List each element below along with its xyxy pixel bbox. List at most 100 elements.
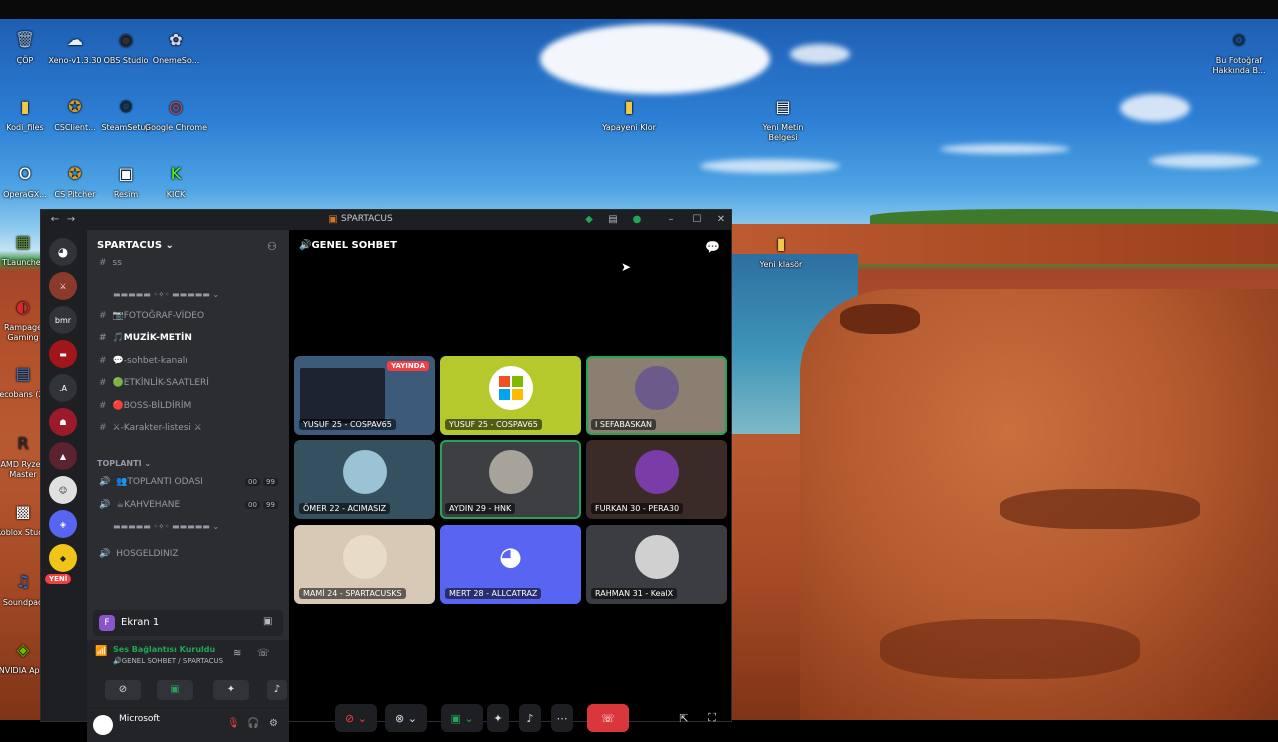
cloud	[700, 159, 840, 173]
screen-share-panel[interactable]: F Ekran 1 ▣	[93, 610, 283, 636]
voice-channel-toplanti[interactable]: 🔊 👥TOPLANTI ODASI	[99, 477, 203, 487]
voice-channel-hosgeldiniz[interactable]: 🔊 HOSGELDINIZ	[99, 549, 179, 559]
rock-crack	[840, 304, 920, 334]
add-member-icon[interactable]: ⚇	[267, 240, 277, 253]
text-channel[interactable]: # 💬-sohbet-kanalı	[99, 356, 188, 366]
nitro-icon[interactable]: ◆	[583, 214, 595, 226]
popout-window-icon[interactable]: ⇱	[673, 704, 695, 732]
server-icon[interactable]: ☺	[49, 476, 77, 504]
server-spartacus[interactable]: ⚔	[49, 272, 77, 300]
chat-bubble-icon[interactable]: 💬	[705, 240, 720, 254]
category-toplanti[interactable]: TOPLANTI ⌄	[97, 459, 151, 468]
participant-tile[interactable]: ◕ MERT 28 - ALLCATRAZ	[440, 525, 581, 604]
text-channel[interactable]: # 🔴BOSS-BİLDİRİM	[99, 401, 191, 411]
desktop-icon-label: KICK	[166, 190, 186, 199]
rock-crack	[1000, 489, 1200, 529]
channel-name: 🎵MUZİK-METİN	[112, 333, 192, 343]
participant-name: AYDIN 29 - HNK	[445, 503, 516, 514]
avatar[interactable]	[93, 715, 113, 735]
desktop-icon[interactable]: ▤ Yeni Metin Belgesi	[748, 91, 818, 143]
recycle-bin-icon: 🗑	[14, 29, 36, 49]
disconnect-icon[interactable]: ☏	[257, 648, 270, 659]
participant-name: I SEFABASKAN	[591, 419, 656, 430]
server-a[interactable]: .A	[49, 374, 77, 402]
soundboard-button[interactable]: ♪	[267, 680, 287, 700]
status-icon[interactable]: ●	[631, 214, 643, 226]
voice-channel-path[interactable]: 🔊GENEL SOHBET / SPARTACUS	[113, 657, 223, 665]
minimize-icon[interactable]: –	[665, 214, 677, 226]
server-icon[interactable]: ◆	[49, 544, 77, 572]
logo-square	[498, 375, 510, 387]
hash-icon: #	[99, 378, 107, 388]
avatar	[634, 449, 679, 494]
live-badge: YAYINDA	[387, 361, 429, 371]
server-icon[interactable]: ▲	[49, 442, 77, 470]
desktop-icon[interactable]: ▮ Yeni klasör	[746, 228, 816, 270]
desktop-icon-label: Bu Fotoğraf Hakkında B...	[1212, 56, 1266, 75]
discord-home-icon[interactable]: ◕	[49, 238, 77, 266]
channel-name: ss	[112, 258, 122, 268]
user-name[interactable]: Microsoft	[119, 714, 160, 724]
text-channel[interactable]: # 📷FOTOĞRAF-VİDEO	[99, 311, 204, 321]
participant-name: YUSUF 25 - COSPAV65	[299, 419, 396, 430]
more-options-icon[interactable]: ⋯	[551, 704, 573, 732]
desktop-icon[interactable]: ✿ OnemeSo...	[141, 24, 211, 66]
windows-logo-icon	[488, 365, 533, 410]
participant-tile[interactable]: AYDIN 29 - HNK	[440, 440, 581, 519]
mic-toggle-button[interactable]: ⊘ ⌄	[335, 704, 377, 732]
fullscreen-icon[interactable]: ⛶	[701, 704, 723, 732]
obs-icon: ◉	[119, 29, 133, 49]
maximize-icon[interactable]: ☐	[691, 214, 703, 226]
server-bmr[interactable]: bmr	[49, 306, 77, 334]
hash-icon: #	[99, 311, 107, 321]
camera-toggle-button[interactable]: ⊗ ⌄	[385, 704, 427, 732]
desktop-icon[interactable]: ◎ Google Chrome	[141, 91, 211, 133]
screen-share-label: Ekran 1	[121, 617, 160, 628]
participant-tile[interactable]: ÖMER 22 - ACIMASIZ	[294, 440, 435, 519]
participant-tile[interactable]: I SEFABASKAN	[586, 356, 727, 435]
participant-tile[interactable]: FURKAN 30 - PERA30	[586, 440, 727, 519]
soundboard-icon[interactable]: ♪	[519, 704, 541, 732]
speaker-icon: 🔊	[99, 500, 111, 510]
server-red[interactable]: ▬	[49, 340, 77, 368]
text-channel[interactable]: # ⚔-Karakter-listesi ⚔	[99, 423, 202, 433]
forward-arrow-icon[interactable]: →	[65, 214, 77, 226]
desktop-icon[interactable]: K KICK	[141, 158, 211, 200]
back-arrow-icon[interactable]: ←	[49, 214, 61, 226]
window-title: SPARTACUS	[341, 214, 393, 224]
video-off-button[interactable]: ⊘	[105, 680, 141, 700]
voice-channel-kahvehane[interactable]: 🔊 ☕KAHVEHANE	[99, 500, 180, 510]
server-icon[interactable]: ☗	[49, 408, 77, 436]
user-limit-badge: 99	[263, 478, 278, 486]
noise-suppression-icon[interactable]: ≋	[233, 648, 241, 659]
user-panel: Microsoft 🎙 🎧 ⚙	[87, 708, 289, 742]
avatar	[342, 534, 387, 579]
participant-tile[interactable]: MAMİ 24 - SPARTACUSKS	[294, 525, 435, 604]
image-file-icon: ▣	[118, 163, 134, 183]
screen-share-button[interactable]: ▣	[157, 680, 193, 700]
channel-sidebar: SPARTACUS ⌄ ⚇ # ss ▬▬▬▬▬ ◦✧◦ ▬▬▬▬▬ ⌄ # 📷FOTO…	[87, 230, 289, 742]
folder-icon: ▮	[776, 233, 786, 253]
user-count-badge: 00	[245, 478, 260, 486]
disconnect-call-button[interactable]: ☏	[587, 704, 629, 732]
desktop-icon[interactable]: ▮ Yapayeni Klor	[594, 91, 664, 133]
close-icon[interactable]: ✕	[715, 214, 727, 226]
desktop-icon[interactable]: ⊙ Bu Fotoğraf Hakkında B...	[1204, 24, 1274, 76]
channel-name: 💬-sohbet-kanalı	[112, 356, 188, 366]
server-name[interactable]: SPARTACUS ⌄	[97, 240, 174, 251]
popout-icon[interactable]: ▣	[263, 616, 272, 627]
activities-icon[interactable]: ✦	[487, 704, 509, 732]
desktop-icon-label: OnemeSo...	[152, 56, 200, 65]
text-channel[interactable]: # 🟢ETKİNLİK-SAATLERİ	[99, 378, 209, 388]
server-icon[interactable]: ◈	[49, 510, 77, 538]
participant-tile[interactable]: YUSUF 25 - COSPAV65	[440, 356, 581, 435]
top-black-bar	[0, 0, 1278, 19]
signal-icon[interactable]: 📶	[95, 646, 107, 657]
text-channel[interactable]: # 🎵MUZİK-METİN	[99, 333, 192, 343]
share-screen-button[interactable]: ▣ ⌄	[441, 704, 483, 732]
text-channel[interactable]: # ss	[99, 258, 122, 268]
participant-tile[interactable]: RAHMAN 31 - KealX	[586, 525, 727, 604]
activities-button[interactable]: ✦	[213, 680, 249, 700]
inbox-icon[interactable]: ▤	[607, 214, 619, 226]
participant-tile[interactable]: YAYINDA YUSUF 25 - COSPAV65	[294, 356, 435, 435]
